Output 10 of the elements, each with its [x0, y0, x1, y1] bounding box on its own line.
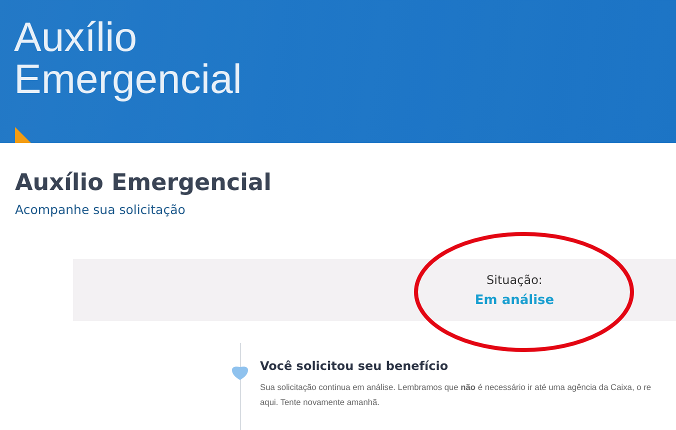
banner-title: Auxílio — [14, 16, 138, 58]
page-subtitle: Acompanhe sua solicitação — [15, 202, 186, 217]
banner-title: Emergencial — [14, 58, 242, 100]
step-title: Você solicitou seu benefício — [260, 358, 448, 373]
step-description: Sua solicitação continua em análise. Lembramos que não é necessário ir até uma agência da Caixa, o re aqui. Tente novamente amanhã. — [260, 381, 652, 409]
status-label: Situação: — [486, 272, 542, 286]
step-marker-icon — [232, 366, 248, 380]
page-heading: Auxílio Emergencial — [15, 170, 272, 196]
triangle-icon — [15, 127, 31, 143]
status-value: Em análise — [474, 292, 554, 308]
